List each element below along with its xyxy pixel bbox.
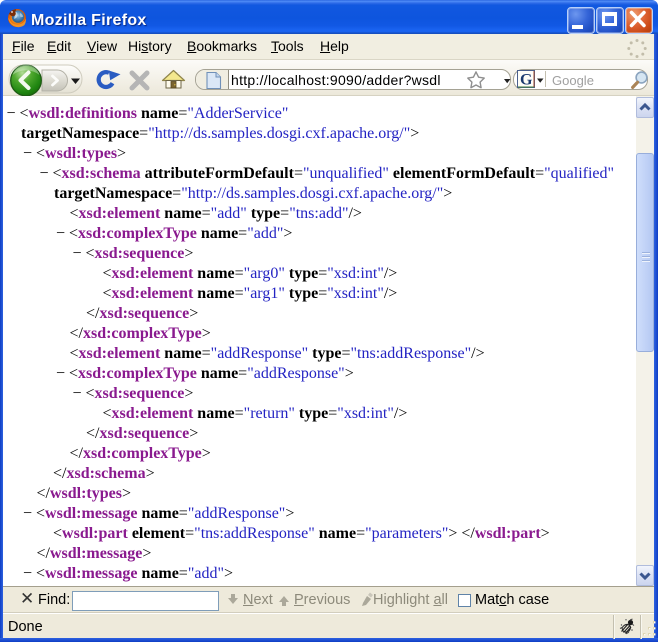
svg-text:G: G [520,72,533,89]
